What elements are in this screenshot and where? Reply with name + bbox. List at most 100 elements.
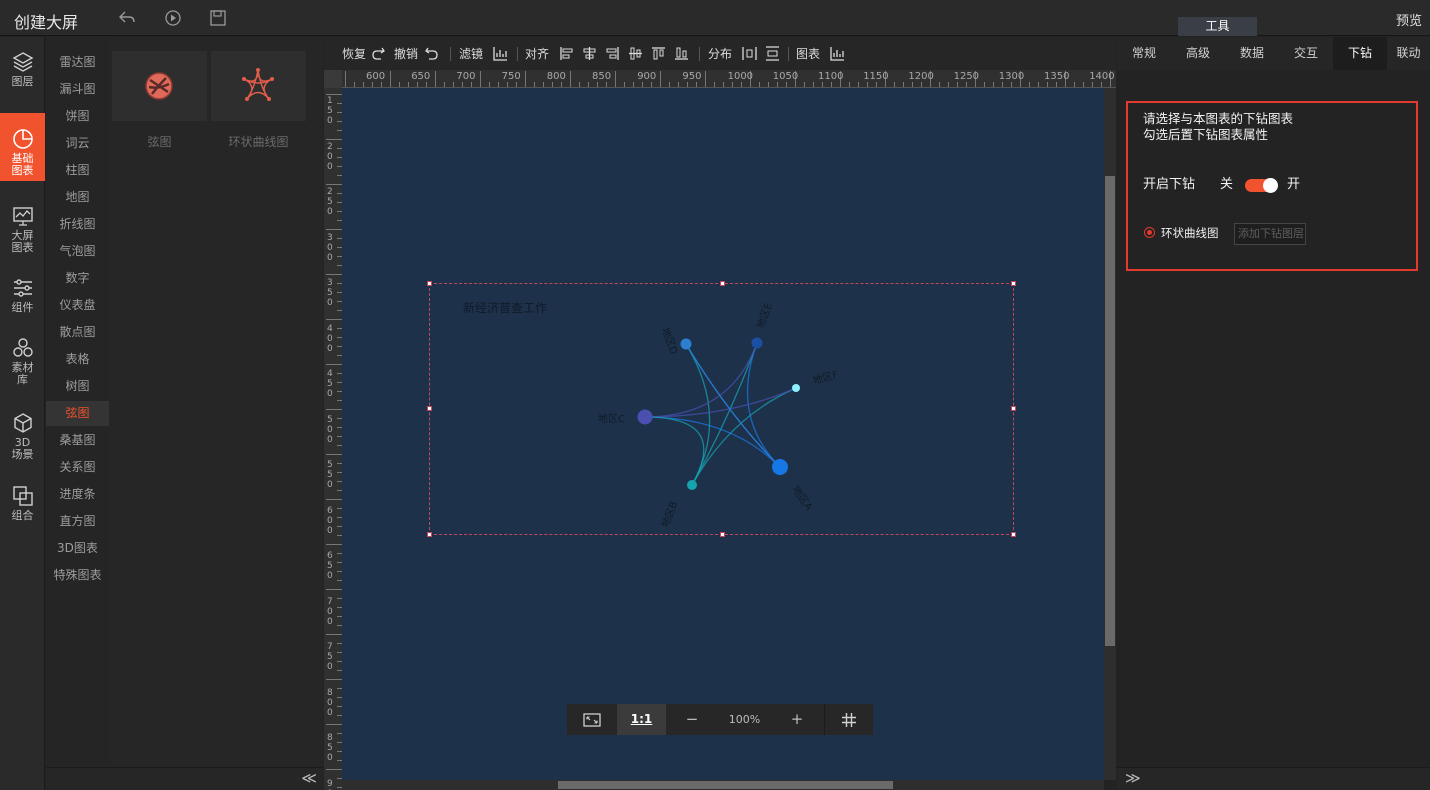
- vertical-scrollbar[interactable]: [1104, 88, 1116, 780]
- nav-3d-scene[interactable]: 3D场景: [0, 412, 45, 472]
- category-item[interactable]: 折线图: [46, 212, 109, 237]
- zoom-in-button[interactable]: +: [782, 704, 812, 735]
- category-item[interactable]: 数字: [46, 266, 109, 291]
- align-right-icon[interactable]: [605, 46, 620, 61]
- ruler-tick: [480, 71, 481, 87]
- property-tab[interactable]: 数据: [1225, 37, 1279, 70]
- ruler-label: 600: [366, 71, 386, 82]
- preview-button[interactable]: 预览: [1396, 10, 1422, 29]
- properties-panel: 常规 高级 数据 交互 下钻 联动 请选择与本图表的下钻图表 勾选后置下钻图表属性 开启下…: [1117, 37, 1430, 790]
- distribute-h-icon[interactable]: [742, 46, 757, 61]
- redo-button[interactable]: 恢复: [342, 45, 366, 62]
- ruler-tick: [326, 589, 342, 590]
- undo-icon[interactable]: [424, 46, 439, 61]
- save-icon[interactable]: [209, 9, 227, 27]
- ruler-tick: [858, 82, 859, 87]
- category-item[interactable]: 雷达图: [46, 50, 109, 75]
- scroll-thumb[interactable]: [558, 781, 893, 789]
- nav-layers[interactable]: 图层: [0, 51, 45, 111]
- ruler-tick: [326, 319, 342, 320]
- nav-assets[interactable]: 素材库: [0, 337, 45, 397]
- align-bottom-icon[interactable]: [674, 46, 689, 61]
- nav-basic-charts[interactable]: 基础图表: [0, 113, 45, 181]
- ruler-tick: [326, 454, 342, 455]
- chord-node[interactable]: [687, 480, 697, 490]
- ruler-tick: [1074, 82, 1075, 87]
- ruler-corner: [324, 70, 342, 88]
- category-item[interactable]: 弦图: [46, 401, 109, 426]
- play-icon[interactable]: [164, 9, 182, 27]
- property-tab[interactable]: 高级: [1171, 37, 1225, 70]
- chord-node[interactable]: [772, 459, 788, 475]
- grid-icon: [842, 713, 856, 727]
- property-tab[interactable]: 交互: [1279, 37, 1333, 70]
- undo-button[interactable]: 撤销: [394, 45, 418, 62]
- ruler-tick: [1047, 82, 1048, 87]
- category-item[interactable]: 散点图: [46, 320, 109, 345]
- drill-option-radio[interactable]: [1144, 227, 1155, 238]
- selected-chart-widget[interactable]: 新经济普查工作 地区A 地区B 地区C 地区D 地区E 地区F: [427, 281, 1016, 537]
- collapse-left-button[interactable]: ≪: [301, 769, 317, 787]
- category-item[interactable]: 关系图: [46, 455, 109, 480]
- nav-group[interactable]: 组合: [0, 485, 45, 530]
- redo-icon[interactable]: [371, 46, 386, 61]
- collapse-right-button[interactable]: ≫: [1125, 769, 1141, 787]
- chord-node[interactable]: [637, 409, 653, 425]
- ruler-label: 500: [327, 414, 333, 445]
- ruler-tick: [1101, 82, 1102, 87]
- drilldown-toggle[interactable]: [1245, 178, 1278, 193]
- align-center-h-icon[interactable]: [582, 46, 597, 61]
- category-item[interactable]: 表格: [46, 347, 109, 372]
- category-item[interactable]: 仪表盘: [46, 293, 109, 318]
- chord-node[interactable]: [680, 338, 692, 350]
- zoom-out-button[interactable]: −: [677, 704, 707, 735]
- drill-hint: 勾选后置下钻图表属性: [1143, 127, 1269, 142]
- zoom-bar: 1:1 − 100% +: [567, 704, 873, 735]
- ruler-tick: [723, 82, 724, 87]
- category-item[interactable]: 特殊图表: [46, 563, 109, 588]
- category-item[interactable]: 漏斗图: [46, 77, 109, 102]
- scroll-thumb[interactable]: [1105, 176, 1115, 646]
- horizontal-scrollbar[interactable]: [342, 780, 1104, 790]
- thumb-label: 弦图: [147, 135, 172, 149]
- design-canvas[interactable]: 新经济普查工作 地区A 地区B 地区C 地区D 地区E 地区F 1:1 − 100% +: [342, 88, 1104, 780]
- filter-button[interactable]: 滤镜: [459, 45, 483, 62]
- thumb-chord-chart[interactable]: [112, 51, 207, 121]
- ruler-label: 1150: [863, 71, 889, 82]
- ruler-label: 1250: [953, 71, 980, 82]
- add-drill-layer-input[interactable]: 添加下钻图层: [1234, 223, 1306, 245]
- property-tab[interactable]: 常规: [1117, 37, 1171, 70]
- tools-tab[interactable]: 工具: [1178, 17, 1257, 36]
- one-to-one-button[interactable]: 1:1: [617, 704, 666, 735]
- category-item[interactable]: 地图: [46, 185, 109, 210]
- nav-screen-charts[interactable]: 大屏图表: [0, 205, 45, 265]
- category-item[interactable]: 3D图表: [46, 536, 109, 561]
- category-item[interactable]: 直方图: [46, 509, 109, 534]
- fit-screen-button[interactable]: [567, 704, 617, 735]
- property-tab[interactable]: 下钻: [1333, 37, 1387, 70]
- align-center-v-icon[interactable]: [628, 46, 643, 61]
- property-tab[interactable]: 联动: [1387, 37, 1430, 70]
- thumb-ring-curve-chart[interactable]: [211, 51, 306, 121]
- category-item[interactable]: 词云: [46, 131, 109, 156]
- chord-node[interactable]: [751, 337, 763, 349]
- ruler-tick: [354, 82, 355, 87]
- back-icon[interactable]: [118, 9, 136, 27]
- align-top-icon[interactable]: [651, 46, 666, 61]
- distribute-v-icon[interactable]: [765, 46, 780, 61]
- editor-toolbar: 恢复 撤销 滤镜 对齐 分布 图表: [324, 37, 1116, 70]
- nav-components[interactable]: 组件: [0, 277, 45, 322]
- chart-settings-icon[interactable]: [830, 46, 845, 61]
- category-item[interactable]: 桑基图: [46, 428, 109, 453]
- category-item[interactable]: 饼图: [46, 104, 109, 129]
- category-item[interactable]: 柱图: [46, 158, 109, 183]
- ruler-label: 400: [327, 323, 333, 354]
- grid-toggle-button[interactable]: [824, 704, 873, 735]
- filter-chart-icon[interactable]: [493, 46, 508, 61]
- category-item[interactable]: 气泡图: [46, 239, 109, 264]
- category-item[interactable]: 树图: [46, 374, 109, 399]
- chord-node[interactable]: [792, 384, 800, 392]
- align-left-icon[interactable]: [559, 46, 574, 61]
- category-item[interactable]: 进度条: [46, 482, 109, 507]
- ruler-tick: [876, 82, 877, 87]
